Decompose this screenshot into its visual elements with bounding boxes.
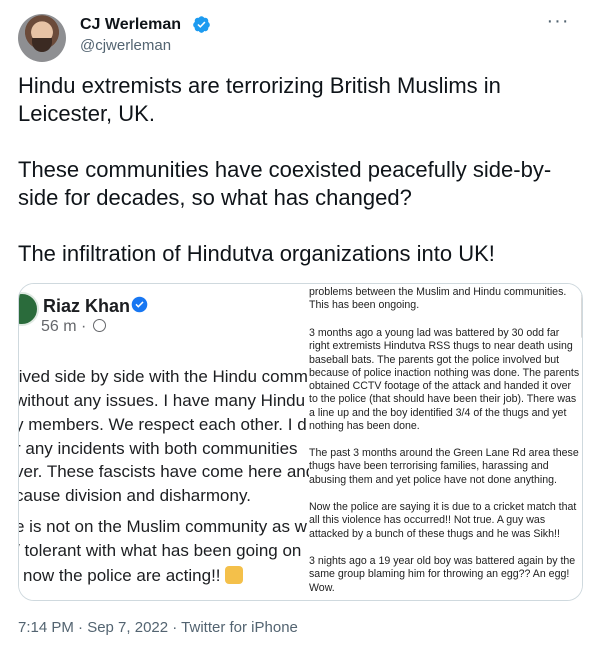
fb-text-line: / tolerant with what has been going on [19, 541, 302, 560]
fb-text-line: y members. We respect each other. I d [19, 415, 307, 434]
fb-text-line: e is not on the Muslim community as w [19, 517, 307, 536]
scrollbar[interactable] [581, 290, 582, 338]
tweet-paragraph: These communities have coexisted peacefu… [18, 157, 552, 210]
screenshot-paragraph: problems between the Muslim and Hindu co… [309, 286, 567, 312]
fb-text-line-last: now the police are acting!! [23, 566, 243, 586]
fb-text-line: ver. These fascists have come here and [19, 462, 309, 481]
tweet-header: CJ Werleman @cjwerleman ··· [18, 10, 578, 62]
screenshot-paragraph: 3 nights ago a 19 year old boy was batte… [309, 555, 576, 594]
author-name[interactable]: CJ Werleman [80, 16, 181, 34]
avatar[interactable] [18, 14, 66, 62]
fb-text-line: cause division and disharmony. [19, 486, 251, 505]
fb-author-name: Riaz Khan [43, 296, 131, 316]
screenshot-paragraph: The past 3 months around the Green Lane … [309, 447, 579, 486]
more-options-icon[interactable]: ··· [546, 11, 570, 36]
tweet-paragraph: The infiltration of Hindutva organizatio… [18, 241, 495, 266]
facebook-post-screenshot: Riaz Khan 56 m · lived side by side with… [19, 284, 309, 600]
tweet-text: Hindu extremists are terrorizing British… [18, 72, 578, 296]
screenshot-paragraph: 3 months ago a young lad was battered by… [309, 327, 580, 433]
tweet-paragraph: Hindu extremists are terrorizing British… [18, 73, 501, 126]
fb-time-text: 56 m · [41, 318, 87, 335]
fb-verified-icon [131, 296, 148, 313]
tweet-media[interactable]: Riaz Khan 56 m · lived side by side with… [18, 283, 583, 601]
fb-text-line: r any incidents with both communities [19, 439, 298, 458]
globe-icon [92, 319, 106, 332]
author-handle[interactable]: @cjwerleman [80, 37, 171, 54]
fb-text: now the police are acting!! [23, 566, 221, 585]
fb-text-line: without any issues. I have many Hindu [19, 391, 306, 410]
tweet-timestamp[interactable]: 7:14 PM · Sep 7, 2022 · Twitter for iPho… [18, 619, 298, 636]
shrug-emoji-icon [224, 566, 243, 584]
verified-badge-icon [193, 16, 210, 33]
text-screenshot: problems between the Muslim and Hindu co… [309, 284, 582, 600]
fb-text-line: lived side by side with the Hindu comm [19, 367, 308, 386]
avatar-detail [32, 38, 52, 52]
fb-avatar [19, 292, 39, 326]
fb-timestamp: 56 m · [41, 318, 106, 336]
screenshot-paragraph: Now the police are saying it is due to a… [309, 501, 577, 540]
